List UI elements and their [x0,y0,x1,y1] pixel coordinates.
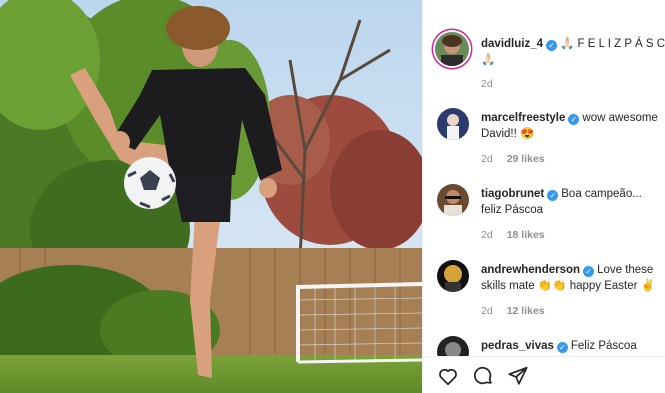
comment-time[interactable]: 2d [481,153,493,165]
comment-username[interactable]: pedras_vivas [481,340,554,352]
author-username[interactable]: davidluiz_4 [481,38,543,50]
comment-text-line2: skills mate 👏👏 happy Easter ✌️ [481,280,655,292]
comment-text: wow awesome [582,112,658,124]
comment-text: Love these [597,264,654,276]
caption-time[interactable]: 2d [481,78,493,90]
verified-badge-icon: ✓ [583,266,595,277]
verified-badge-icon: ✓ [547,190,559,201]
comment-username[interactable]: tiagobrunet [481,188,544,200]
caption-text: 🙏🏻 F E L I Z P Á S C [560,38,665,50]
verified-badge-icon: ✓ [546,40,557,51]
comment-item: marcelfreestyle ✓ wow awesome David!! 😍 [481,110,665,142]
comment-icon[interactable] [472,365,494,387]
verified-badge-icon: ✓ [568,114,580,125]
caption: davidluiz_4 ✓ 🙏🏻 F E L I Z P Á S C 🙏🏻 [481,36,665,68]
comment-time[interactable]: 2d [481,229,493,241]
caption-meta: 2d [481,78,493,90]
share-icon[interactable] [507,365,529,387]
comment-text: Boa campeão... [561,188,642,200]
comment-likes[interactable]: 29 likes [507,153,545,165]
comment-likes[interactable]: 12 likes [507,305,545,317]
comment-item: pedras_vivas ✓ Feliz Páscoa [481,338,665,354]
comment-text-line2: David!! 😍 [481,128,535,140]
commenter-avatar[interactable] [437,184,469,216]
commenter-avatar[interactable] [437,260,469,292]
action-bar [423,356,665,393]
verified-badge-icon: ✓ [556,342,568,353]
comment-meta: 2d 12 likes [481,305,545,317]
comment-text: Feliz Páscoa [570,340,637,352]
commenter-avatar[interactable] [437,108,469,140]
comment-time[interactable]: 2d [481,305,493,317]
author-avatar[interactable] [435,32,469,66]
caption-text-line2: 🙏🏻 [481,54,496,66]
comment-likes[interactable]: 18 likes [507,229,545,241]
video-frame [0,0,422,393]
comment-meta: 2d 29 likes [481,153,545,165]
comment-item: tiagobrunet ✓ Boa campeão... feliz Páscoa [481,186,665,218]
comment-text-line2: feliz Páscoa [481,204,544,216]
heart-icon[interactable] [437,365,459,387]
comment-username[interactable]: andrewhenderson [481,264,580,276]
comment-item: andrewhenderson ✓ Love these skills mate 👏… [481,262,665,294]
post-media[interactable] [0,0,422,393]
comment-meta: 2d 18 likes [481,229,545,241]
comment-username[interactable]: marcelfreestyle [481,112,565,124]
comments-panel: davidluiz_4 ✓ 🙏🏻 F E L I Z P Á S C 🙏🏻 2d m… [422,0,665,393]
